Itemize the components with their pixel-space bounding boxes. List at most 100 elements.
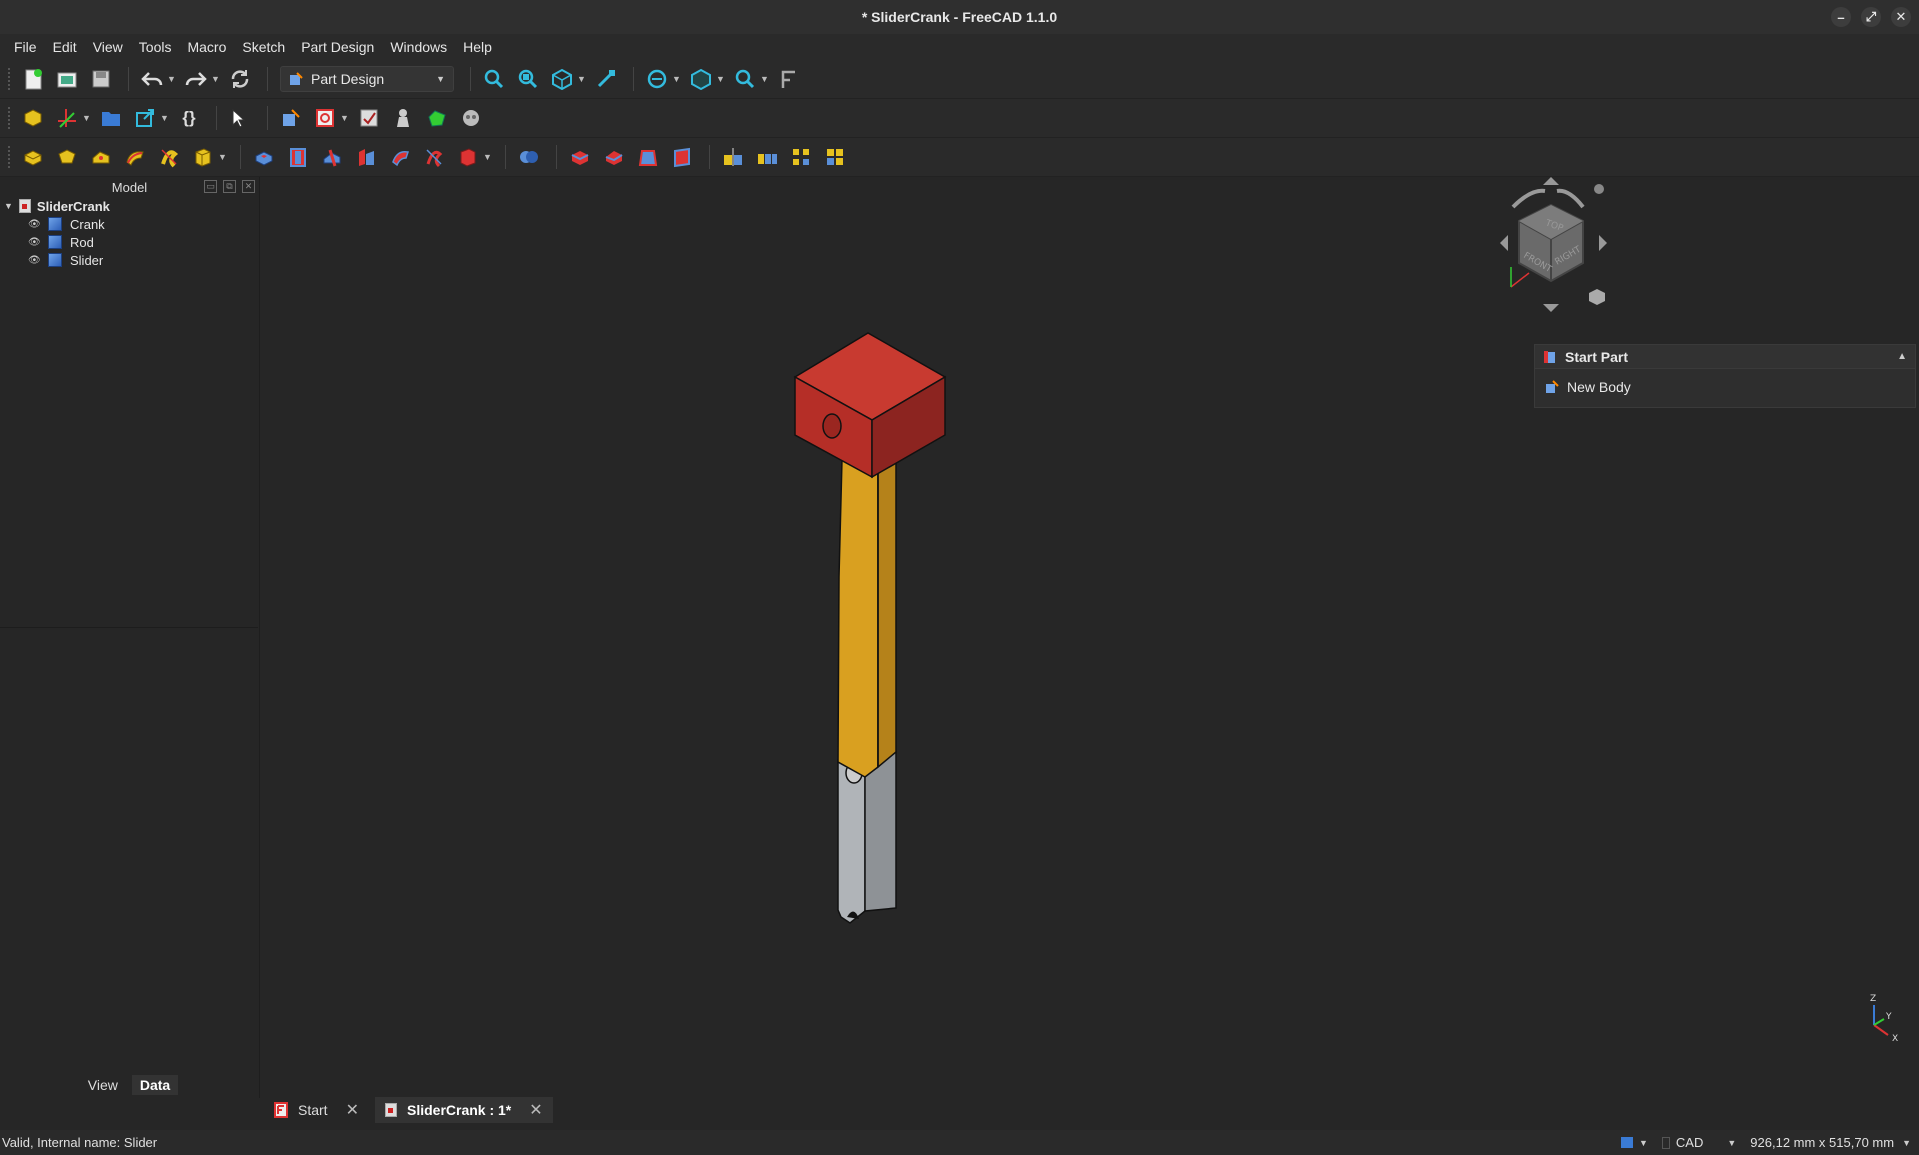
- undo-icon[interactable]: [137, 64, 167, 94]
- visibility-eye-icon[interactable]: 👁: [28, 219, 41, 230]
- subtractive-primitive-icon[interactable]: [453, 142, 483, 172]
- thickness-icon[interactable]: [667, 142, 697, 172]
- close-tab-icon[interactable]: ✕: [529, 1100, 542, 1120]
- menu-windows[interactable]: Windows: [384, 37, 453, 57]
- collapse-panel-icon[interactable]: ▭: [204, 180, 217, 193]
- part-icon[interactable]: [18, 103, 48, 133]
- close-window-button[interactable]: ✕: [1891, 7, 1911, 27]
- draft-icon[interactable]: [633, 142, 663, 172]
- workbench-selector[interactable]: Part Design ▼: [280, 66, 454, 92]
- menu-edit[interactable]: Edit: [47, 37, 83, 57]
- mirrored-icon[interactable]: [718, 142, 748, 172]
- zoom-icon[interactable]: [730, 64, 760, 94]
- boolean-icon[interactable]: [514, 142, 544, 172]
- refresh-icon[interactable]: [225, 64, 255, 94]
- fillet-icon[interactable]: [565, 142, 595, 172]
- view-dropdown-icon[interactable]: ▼: [577, 64, 587, 94]
- subtractive-pipe-icon[interactable]: [385, 142, 415, 172]
- measure-icon[interactable]: [591, 64, 621, 94]
- close-tab-icon[interactable]: ✕: [346, 1100, 359, 1120]
- chamfer-icon[interactable]: [599, 142, 629, 172]
- folder-icon[interactable]: [96, 103, 126, 133]
- menu-help[interactable]: Help: [457, 37, 498, 57]
- datum-dropdown-icon[interactable]: ▼: [82, 103, 92, 133]
- clone-icon[interactable]: [456, 103, 486, 133]
- tree-item-crank[interactable]: 👁 Crank: [0, 215, 259, 233]
- 3d-viewport[interactable]: TOP FRONT RIGHT Z Y X: [264, 177, 1919, 1096]
- undo-dropdown-icon[interactable]: ▼: [167, 64, 177, 94]
- float-panel-icon[interactable]: ⧉: [223, 180, 236, 193]
- tree-item-rod[interactable]: 👁 Rod: [0, 233, 259, 251]
- tab-data[interactable]: Data: [131, 1075, 179, 1095]
- link-icon[interactable]: [130, 103, 160, 133]
- whats-this-icon[interactable]: [225, 103, 255, 133]
- pocket-icon[interactable]: [249, 142, 279, 172]
- visibility-eye-icon[interactable]: 👁: [28, 255, 41, 266]
- open-document-icon[interactable]: [52, 64, 82, 94]
- subtractive-dropdown-icon[interactable]: ▼: [483, 142, 493, 172]
- toolbar-grip[interactable]: [8, 107, 12, 129]
- menu-sketch[interactable]: Sketch: [236, 37, 291, 57]
- groove-icon[interactable]: [317, 142, 347, 172]
- menu-tools[interactable]: Tools: [133, 37, 178, 57]
- bounding-box-icon[interactable]: [686, 64, 716, 94]
- datum-line-icon[interactable]: [52, 103, 82, 133]
- stereo-dropdown-icon[interactable]: ▼: [716, 64, 726, 94]
- pad-icon[interactable]: [18, 142, 48, 172]
- measure-distance-icon[interactable]: [774, 64, 804, 94]
- shape-binder-icon[interactable]: [388, 103, 418, 133]
- additive-pipe-icon[interactable]: [120, 142, 150, 172]
- minimize-button[interactable]: –: [1831, 7, 1851, 27]
- rod-part[interactable]: [837, 453, 897, 778]
- sketch-icon[interactable]: [310, 103, 340, 133]
- redo-icon[interactable]: [181, 64, 211, 94]
- property-view-divider[interactable]: [0, 627, 258, 628]
- subtractive-helix-icon[interactable]: [419, 142, 449, 172]
- visibility-eye-icon[interactable]: 👁: [28, 237, 41, 248]
- body-icon[interactable]: [276, 103, 306, 133]
- isometric-view-icon[interactable]: [547, 64, 577, 94]
- draw-style-icon[interactable]: [642, 64, 672, 94]
- toolbar-grip[interactable]: [8, 146, 12, 168]
- zoom-dropdown-icon[interactable]: ▼: [760, 64, 770, 94]
- crank-part[interactable]: [793, 332, 947, 479]
- menu-view[interactable]: View: [87, 37, 129, 57]
- navigation-cube[interactable]: TOP FRONT RIGHT: [1500, 177, 1607, 312]
- polar-pattern-icon[interactable]: [786, 142, 816, 172]
- navigation-style-selector[interactable]: CAD ▼: [1661, 1135, 1736, 1150]
- tree-item-slider[interactable]: 👁 Slider: [0, 251, 259, 269]
- primitive-dropdown-icon[interactable]: ▼: [218, 142, 228, 172]
- sketch-dropdown-icon[interactable]: ▼: [340, 103, 350, 133]
- expression-icon[interactable]: {}: [174, 103, 204, 133]
- linear-pattern-icon[interactable]: [752, 142, 782, 172]
- multi-transform-icon[interactable]: [820, 142, 850, 172]
- additive-helix-icon[interactable]: [154, 142, 184, 172]
- subtractive-loft-icon[interactable]: [351, 142, 381, 172]
- additive-loft-icon[interactable]: [86, 142, 116, 172]
- tab-slidercrank[interactable]: SliderCrank : 1* ✕: [374, 1097, 553, 1123]
- new-body-button[interactable]: New Body: [1535, 369, 1915, 405]
- tab-start[interactable]: Start ✕: [264, 1097, 369, 1123]
- redo-dropdown-icon[interactable]: ▼: [211, 64, 221, 94]
- dimensions-readout[interactable]: 926,12 mm x 515,70 mm ▼: [1750, 1135, 1911, 1150]
- task-panel-header[interactable]: Start Part ▲: [1535, 345, 1915, 369]
- close-panel-icon[interactable]: ✕: [242, 180, 255, 193]
- menu-part-design[interactable]: Part Design: [295, 37, 380, 57]
- fit-selection-icon[interactable]: [513, 64, 543, 94]
- menu-file[interactable]: File: [8, 37, 43, 57]
- additive-primitive-icon[interactable]: [188, 142, 218, 172]
- tree-root-document[interactable]: ▼ SliderCrank: [0, 197, 259, 215]
- menu-macro[interactable]: Macro: [181, 37, 232, 57]
- save-icon[interactable]: [86, 64, 116, 94]
- slider-part[interactable]: [837, 749, 897, 924]
- new-document-icon[interactable]: [18, 64, 48, 94]
- revolution-icon[interactable]: [52, 142, 82, 172]
- tab-view[interactable]: View: [80, 1075, 126, 1095]
- hole-icon[interactable]: [283, 142, 313, 172]
- sub-shape-binder-icon[interactable]: [422, 103, 452, 133]
- toolbar-grip[interactable]: [8, 68, 12, 90]
- fit-all-icon[interactable]: [479, 64, 509, 94]
- collapse-icon[interactable]: ▲: [1897, 351, 1907, 362]
- tree-expand-icon[interactable]: ▼: [4, 201, 13, 211]
- draw-style-dropdown-icon[interactable]: ▼: [672, 64, 682, 94]
